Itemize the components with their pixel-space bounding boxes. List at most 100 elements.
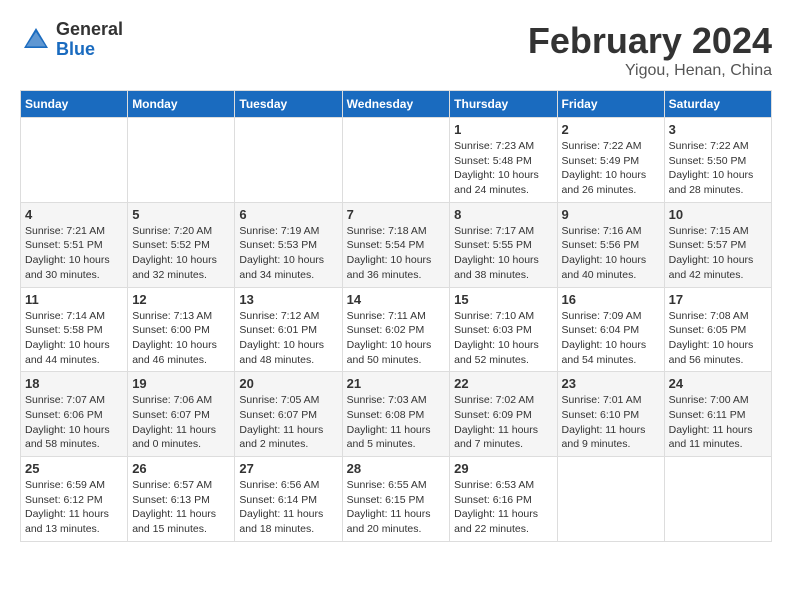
weekday-header: Monday bbox=[128, 91, 235, 118]
day-info: Sunrise: 7:13 AM Sunset: 6:00 PM Dayligh… bbox=[132, 309, 230, 368]
day-info: Sunrise: 7:20 AM Sunset: 5:52 PM Dayligh… bbox=[132, 224, 230, 283]
month-year-title: February 2024 bbox=[528, 20, 772, 62]
day-info: Sunrise: 7:15 AM Sunset: 5:57 PM Dayligh… bbox=[669, 224, 767, 283]
calendar-cell: 19Sunrise: 7:06 AM Sunset: 6:07 PM Dayli… bbox=[128, 372, 235, 457]
calendar-cell: 14 Sunrise: 7:11 AM Sunset: 6:02 PM Dayli… bbox=[342, 287, 450, 372]
day-info: Sunrise: 7:07 AM Sunset: 6:06 PM Dayligh… bbox=[25, 393, 123, 452]
day-number: 29 bbox=[454, 461, 552, 476]
calendar-cell: 16Sunrise: 7:09 AM Sunset: 6:04 PM Dayli… bbox=[557, 287, 664, 372]
day-number: 13 bbox=[239, 292, 337, 307]
day-info: Sunrise: 7:05 AM Sunset: 6:07 PM Dayligh… bbox=[239, 393, 337, 452]
calendar-cell: 21 Sunrise: 7:03 AM Sunset: 6:08 PM Dayli… bbox=[342, 372, 450, 457]
day-number: 17 bbox=[669, 292, 767, 307]
calendar-cell: 5 Sunrise: 7:20 AM Sunset: 5:52 PM Daylig… bbox=[128, 202, 235, 287]
day-info: Sunrise: 6:57 AM Sunset: 6:13 PM Dayligh… bbox=[132, 478, 230, 537]
calendar-cell: 9 Sunrise: 7:16 AM Sunset: 5:56 PM Daylig… bbox=[557, 202, 664, 287]
day-number: 4 bbox=[25, 207, 123, 222]
day-number: 10 bbox=[669, 207, 767, 222]
day-number: 3 bbox=[669, 122, 767, 137]
calendar-cell: 17Sunrise: 7:08 AM Sunset: 6:05 PM Dayli… bbox=[664, 287, 771, 372]
day-info: Sunrise: 6:53 AM Sunset: 6:16 PM Dayligh… bbox=[454, 478, 552, 537]
day-number: 21 bbox=[347, 376, 446, 391]
calendar-cell: 27 Sunrise: 6:56 AM Sunset: 6:14 PM Dayli… bbox=[235, 457, 342, 542]
day-info: Sunrise: 7:14 AM Sunset: 5:58 PM Dayligh… bbox=[25, 309, 123, 368]
logo-general-text: General bbox=[56, 19, 123, 39]
day-info: Sunrise: 7:11 AM Sunset: 6:02 PM Dayligh… bbox=[347, 309, 446, 368]
day-info: Sunrise: 7:17 AM Sunset: 5:55 PM Dayligh… bbox=[454, 224, 552, 283]
calendar-cell: 3 Sunrise: 7:22 AM Sunset: 5:50 PM Daylig… bbox=[664, 118, 771, 203]
calendar-week-row: 18Sunrise: 7:07 AM Sunset: 6:06 PM Dayli… bbox=[21, 372, 772, 457]
day-info: Sunrise: 7:16 AM Sunset: 5:56 PM Dayligh… bbox=[562, 224, 660, 283]
calendar-cell: 6 Sunrise: 7:19 AM Sunset: 5:53 PM Daylig… bbox=[235, 202, 342, 287]
day-number: 27 bbox=[239, 461, 337, 476]
day-info: Sunrise: 7:10 AM Sunset: 6:03 PM Dayligh… bbox=[454, 309, 552, 368]
day-number: 6 bbox=[239, 207, 337, 222]
calendar-cell: 20Sunrise: 7:05 AM Sunset: 6:07 PM Dayli… bbox=[235, 372, 342, 457]
day-info: Sunrise: 7:22 AM Sunset: 5:50 PM Dayligh… bbox=[669, 139, 767, 198]
calendar-cell: 28Sunrise: 6:55 AM Sunset: 6:15 PM Dayli… bbox=[342, 457, 450, 542]
calendar-cell: 13 Sunrise: 7:12 AM Sunset: 6:01 PM Dayli… bbox=[235, 287, 342, 372]
day-info: Sunrise: 7:22 AM Sunset: 5:49 PM Dayligh… bbox=[562, 139, 660, 198]
day-number: 23 bbox=[562, 376, 660, 391]
day-info: Sunrise: 7:18 AM Sunset: 5:54 PM Dayligh… bbox=[347, 224, 446, 283]
day-info: Sunrise: 7:03 AM Sunset: 6:08 PM Dayligh… bbox=[347, 393, 446, 452]
day-info: Sunrise: 7:01 AM Sunset: 6:10 PM Dayligh… bbox=[562, 393, 660, 452]
calendar-cell bbox=[342, 118, 450, 203]
logo-blue-text: Blue bbox=[56, 39, 95, 59]
day-info: Sunrise: 7:21 AM Sunset: 5:51 PM Dayligh… bbox=[25, 224, 123, 283]
day-number: 5 bbox=[132, 207, 230, 222]
calendar-cell: 25 Sunrise: 6:59 AM Sunset: 6:12 PM Dayli… bbox=[21, 457, 128, 542]
day-info: Sunrise: 7:02 AM Sunset: 6:09 PM Dayligh… bbox=[454, 393, 552, 452]
calendar-cell: 8 Sunrise: 7:17 AM Sunset: 5:55 PM Daylig… bbox=[450, 202, 557, 287]
calendar-cell: 11 Sunrise: 7:14 AM Sunset: 5:58 PM Dayli… bbox=[21, 287, 128, 372]
weekday-header: Tuesday bbox=[235, 91, 342, 118]
weekday-header: Wednesday bbox=[342, 91, 450, 118]
calendar-cell: 24 Sunrise: 7:00 AM Sunset: 6:11 PM Dayli… bbox=[664, 372, 771, 457]
day-number: 25 bbox=[25, 461, 123, 476]
calendar-cell: 29 Sunrise: 6:53 AM Sunset: 6:16 PM Dayli… bbox=[450, 457, 557, 542]
weekday-header: Sunday bbox=[21, 91, 128, 118]
day-number: 7 bbox=[347, 207, 446, 222]
day-number: 15 bbox=[454, 292, 552, 307]
day-info: Sunrise: 6:56 AM Sunset: 6:14 PM Dayligh… bbox=[239, 478, 337, 537]
calendar-cell bbox=[235, 118, 342, 203]
calendar-cell: 22Sunrise: 7:02 AM Sunset: 6:09 PM Dayli… bbox=[450, 372, 557, 457]
calendar-cell bbox=[128, 118, 235, 203]
day-number: 9 bbox=[562, 207, 660, 222]
logo-text: General Blue bbox=[56, 20, 123, 60]
day-info: Sunrise: 6:59 AM Sunset: 6:12 PM Dayligh… bbox=[25, 478, 123, 537]
weekday-header: Thursday bbox=[450, 91, 557, 118]
day-info: Sunrise: 7:00 AM Sunset: 6:11 PM Dayligh… bbox=[669, 393, 767, 452]
logo: General Blue bbox=[20, 20, 123, 60]
day-number: 1 bbox=[454, 122, 552, 137]
calendar-week-row: 11 Sunrise: 7:14 AM Sunset: 5:58 PM Dayli… bbox=[21, 287, 772, 372]
location-subtitle: Yigou, Henan, China bbox=[528, 62, 772, 80]
day-info: Sunrise: 7:23 AM Sunset: 5:48 PM Dayligh… bbox=[454, 139, 552, 198]
calendar-cell: 12 Sunrise: 7:13 AM Sunset: 6:00 PM Dayli… bbox=[128, 287, 235, 372]
day-number: 12 bbox=[132, 292, 230, 307]
calendar-cell: 4 Sunrise: 7:21 AM Sunset: 5:51 PM Daylig… bbox=[21, 202, 128, 287]
day-info: Sunrise: 7:19 AM Sunset: 5:53 PM Dayligh… bbox=[239, 224, 337, 283]
day-number: 28 bbox=[347, 461, 446, 476]
calendar-cell: 1 Sunrise: 7:23 AM Sunset: 5:48 PM Daylig… bbox=[450, 118, 557, 203]
calendar-cell bbox=[21, 118, 128, 203]
weekday-header: Saturday bbox=[664, 91, 771, 118]
day-info: Sunrise: 7:12 AM Sunset: 6:01 PM Dayligh… bbox=[239, 309, 337, 368]
page-header: General Blue February 2024 Yigou, Henan,… bbox=[20, 20, 772, 80]
day-info: Sunrise: 7:06 AM Sunset: 6:07 PM Dayligh… bbox=[132, 393, 230, 452]
calendar-table: SundayMondayTuesdayWednesdayThursdayFrid… bbox=[20, 90, 772, 542]
calendar-week-row: 25 Sunrise: 6:59 AM Sunset: 6:12 PM Dayli… bbox=[21, 457, 772, 542]
calendar-cell: 2 Sunrise: 7:22 AM Sunset: 5:49 PM Daylig… bbox=[557, 118, 664, 203]
calendar-week-row: 1 Sunrise: 7:23 AM Sunset: 5:48 PM Daylig… bbox=[21, 118, 772, 203]
day-number: 2 bbox=[562, 122, 660, 137]
day-number: 8 bbox=[454, 207, 552, 222]
day-number: 14 bbox=[347, 292, 446, 307]
calendar-cell: 10 Sunrise: 7:15 AM Sunset: 5:57 PM Dayli… bbox=[664, 202, 771, 287]
calendar-cell: 26Sunrise: 6:57 AM Sunset: 6:13 PM Dayli… bbox=[128, 457, 235, 542]
day-number: 11 bbox=[25, 292, 123, 307]
calendar-cell: 7 Sunrise: 7:18 AM Sunset: 5:54 PM Daylig… bbox=[342, 202, 450, 287]
day-number: 24 bbox=[669, 376, 767, 391]
day-number: 16 bbox=[562, 292, 660, 307]
calendar-cell bbox=[664, 457, 771, 542]
calendar-cell: 23 Sunrise: 7:01 AM Sunset: 6:10 PM Dayli… bbox=[557, 372, 664, 457]
